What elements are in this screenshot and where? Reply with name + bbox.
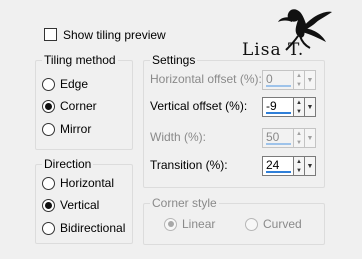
tiling-method-title: Tiling method xyxy=(42,53,118,67)
width-value: 50 xyxy=(266,130,280,144)
width-input[interactable]: 50 xyxy=(262,128,294,148)
show-tiling-preview-checkbox[interactable] xyxy=(44,28,57,41)
radio-vertical[interactable]: Vertical xyxy=(42,198,99,212)
transition-spinbox[interactable]: 24 ▲ ▼ ▼ xyxy=(262,156,316,176)
radio-horizontal-label: Horizontal xyxy=(60,176,115,190)
radio-mirror-label: Mirror xyxy=(60,122,92,136)
radio-mirror[interactable]: Mirror xyxy=(42,122,91,136)
radio-curved-label: Curved xyxy=(263,217,302,231)
spin-down-icon[interactable]: ▼ xyxy=(294,166,304,175)
spin-up-icon[interactable]: ▲ xyxy=(294,157,304,166)
radio-horizontal[interactable]: Horizontal xyxy=(42,176,114,190)
spin-up-icon[interactable]: ▲ xyxy=(294,98,304,107)
horizontal-offset-spinbox[interactable]: 0 ▲ ▼ ▼ xyxy=(262,70,316,90)
horizontal-offset-arrows[interactable]: ▲ ▼ xyxy=(294,70,305,90)
spin-up-icon[interactable]: ▲ xyxy=(294,129,304,138)
spin-down-icon[interactable]: ▼ xyxy=(294,138,304,147)
radio-corner[interactable]: Corner xyxy=(42,99,97,113)
radio-circle-selected xyxy=(164,217,177,231)
radio-circle-selected xyxy=(42,99,55,113)
width-arrows[interactable]: ▲ ▼ xyxy=(294,128,305,148)
watermark-text: Lisa T. xyxy=(242,40,305,60)
vertical-offset-label: Vertical offset (%): xyxy=(150,99,248,113)
chevron-down-icon[interactable]: ▼ xyxy=(305,70,316,90)
width-label: Width (%): xyxy=(150,130,207,144)
direction-title: Direction xyxy=(42,157,94,171)
radio-circle xyxy=(245,217,258,231)
transition-label: Transition (%): xyxy=(150,158,228,172)
settings-title: Settings xyxy=(150,53,198,67)
radio-bidirectional[interactable]: Bidirectional xyxy=(42,221,125,235)
vertical-offset-input[interactable]: -9 xyxy=(262,97,294,117)
transition-arrows[interactable]: ▲ ▼ xyxy=(294,156,305,176)
chevron-down-icon[interactable]: ▼ xyxy=(305,97,316,117)
radio-circle xyxy=(42,77,55,91)
radio-edge[interactable]: Edge xyxy=(42,77,88,91)
transition-input[interactable]: 24 xyxy=(262,156,294,176)
width-spinbox[interactable]: 50 ▲ ▼ ▼ xyxy=(262,128,316,148)
horizontal-offset-label: Horizontal offset (%): xyxy=(150,72,262,86)
radio-circle xyxy=(42,176,55,190)
spin-down-icon[interactable]: ▼ xyxy=(294,80,304,89)
radio-circle-selected xyxy=(42,198,55,212)
vertical-offset-value: -9 xyxy=(266,99,277,113)
spin-down-icon[interactable]: ▼ xyxy=(294,107,304,116)
chevron-down-icon[interactable]: ▼ xyxy=(305,128,316,148)
radio-circle xyxy=(42,221,55,235)
radio-vertical-label: Vertical xyxy=(60,198,100,212)
vertical-offset-arrows[interactable]: ▲ ▼ xyxy=(294,97,305,117)
radio-linear[interactable]: Linear xyxy=(164,217,215,231)
corner-style-title: Corner style xyxy=(150,196,219,210)
vertical-offset-spinbox[interactable]: -9 ▲ ▼ ▼ xyxy=(262,97,316,117)
transition-value: 24 xyxy=(266,158,280,172)
radio-corner-label: Corner xyxy=(60,99,97,113)
radio-curved[interactable]: Curved xyxy=(245,217,302,231)
radio-linear-label: Linear xyxy=(182,217,216,231)
radio-bidirectional-label: Bidirectional xyxy=(60,221,126,235)
radio-edge-label: Edge xyxy=(60,77,89,91)
radio-circle xyxy=(42,122,55,136)
horizontal-offset-value: 0 xyxy=(266,72,273,86)
horizontal-offset-input[interactable]: 0 xyxy=(262,70,294,90)
chevron-down-icon[interactable]: ▼ xyxy=(305,156,316,176)
spin-up-icon[interactable]: ▲ xyxy=(294,71,304,80)
show-tiling-preview-label: Show tiling preview xyxy=(63,28,166,42)
